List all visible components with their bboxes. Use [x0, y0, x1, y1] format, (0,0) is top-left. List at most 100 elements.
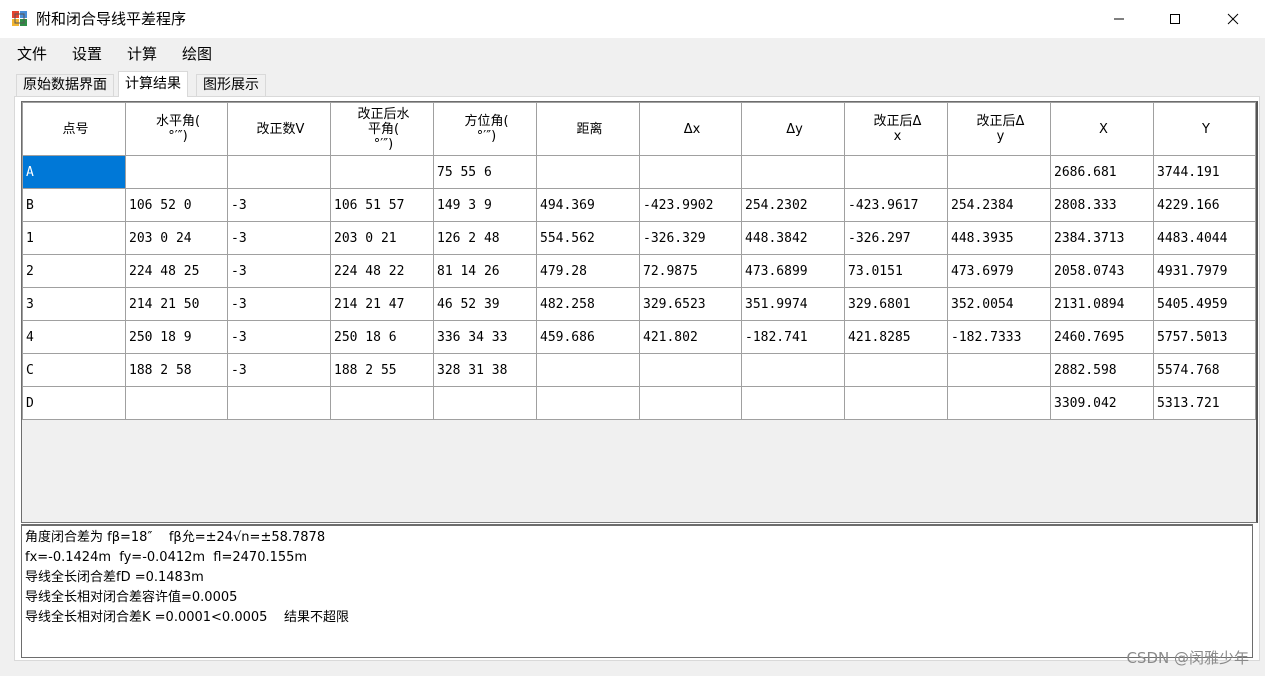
table-cell[interactable]: 224 48 22 [330, 254, 434, 288]
column-header[interactable]: 水平角(°′″) [125, 102, 228, 156]
table-cell[interactable] [947, 353, 1051, 387]
table-cell[interactable]: 473.6899 [741, 254, 845, 288]
menu-draw[interactable]: 绘图 [182, 44, 212, 64]
table-cell[interactable]: 214 21 47 [330, 287, 434, 321]
table-cell[interactable] [844, 386, 948, 420]
table-cell[interactable] [330, 155, 434, 189]
table-cell[interactable]: 329.6523 [639, 287, 742, 321]
table-cell[interactable]: 254.2384 [947, 188, 1051, 222]
table-cell[interactable] [947, 386, 1051, 420]
tab-graphics[interactable]: 图形展示 [196, 74, 266, 96]
table-cell[interactable] [125, 155, 228, 189]
close-button[interactable] [1205, 0, 1261, 38]
table-cell[interactable]: 352.0054 [947, 287, 1051, 321]
table-cell[interactable]: 2686.681 [1050, 155, 1154, 189]
table-cell[interactable]: -3 [227, 287, 331, 321]
column-header[interactable]: 改正后水 平角(°′″) [330, 102, 434, 156]
table-cell[interactable]: 106 52 0 [125, 188, 228, 222]
table-cell[interactable]: 351.9974 [741, 287, 845, 321]
table-cell[interactable]: 46 52 39 [433, 287, 537, 321]
table-cell[interactable]: 214 21 50 [125, 287, 228, 321]
table-cell[interactable]: 3 [22, 287, 126, 321]
table-cell[interactable]: 473.6979 [947, 254, 1051, 288]
column-header[interactable]: X [1050, 102, 1154, 156]
table-cell[interactable]: 4931.7979 [1153, 254, 1256, 288]
table-cell[interactable] [741, 353, 845, 387]
table-cell[interactable]: 448.3842 [741, 221, 845, 255]
table-cell[interactable]: 482.258 [536, 287, 640, 321]
title-bar[interactable]: 附和闭合导线平差程序 [0, 0, 1265, 38]
table-cell[interactable] [639, 386, 742, 420]
table-cell[interactable] [741, 155, 845, 189]
table-cell[interactable]: 448.3935 [947, 221, 1051, 255]
table-cell[interactable]: 5313.721 [1153, 386, 1256, 420]
table-row[interactable]: B 106 52 0 -3 106 51 57 149 3 9 494.369 -423.9… [22, 188, 1256, 222]
table-cell[interactable]: 250 18 6 [330, 320, 434, 354]
table-cell[interactable]: 72.9875 [639, 254, 742, 288]
table-cell[interactable]: 188 2 55 [330, 353, 434, 387]
table-row[interactable]: A 75 55 6 2686.681 3744.191 [22, 155, 1256, 189]
table-cell[interactable]: 494.369 [536, 188, 640, 222]
table-cell[interactable]: B [22, 188, 126, 222]
table-cell[interactable]: 4 [22, 320, 126, 354]
table-cell[interactable]: 224 48 25 [125, 254, 228, 288]
table-cell[interactable] [741, 386, 845, 420]
column-header[interactable]: 改正数V [227, 102, 331, 156]
table-cell[interactable] [536, 386, 640, 420]
table-cell[interactable]: 250 18 9 [125, 320, 228, 354]
column-header[interactable]: Δy [741, 102, 845, 156]
column-header[interactable]: 改正后Δ y [947, 102, 1051, 156]
table-cell[interactable] [330, 386, 434, 420]
table-cell[interactable]: 2 [22, 254, 126, 288]
column-header[interactable]: 方位角(°′″) [433, 102, 537, 156]
tab-results[interactable]: 计算结果 [118, 71, 188, 97]
table-cell[interactable]: 203 0 24 [125, 221, 228, 255]
table-cell[interactable] [536, 353, 640, 387]
table-cell[interactable] [536, 155, 640, 189]
table-cell[interactable]: -326.297 [844, 221, 948, 255]
table-cell[interactable]: -326.329 [639, 221, 742, 255]
table-cell[interactable]: 459.686 [536, 320, 640, 354]
tab-raw-data[interactable]: 原始数据界面 [16, 74, 114, 96]
table-cell[interactable]: 421.8285 [844, 320, 948, 354]
column-header[interactable]: 改正后Δ x [844, 102, 948, 156]
table-cell[interactable]: 3309.042 [1050, 386, 1154, 420]
results-output-box[interactable]: 角度闭合差为 fβ=18″ fβ允=±24√n=±58.7878 fx=-0.14… [21, 524, 1253, 658]
results-grid[interactable]: 点号 水平角(°′″) 改正数V 改正后水 平角(°′″) 方位角(°′″) 距离 Δx Δy 改… [21, 101, 1258, 523]
table-cell[interactable]: -3 [227, 221, 331, 255]
column-header[interactable]: 点号 [22, 102, 126, 156]
table-cell[interactable]: 479.28 [536, 254, 640, 288]
table-cell[interactable]: A [22, 155, 126, 189]
table-cell[interactable] [844, 353, 948, 387]
table-cell[interactable]: 2384.3713 [1050, 221, 1154, 255]
table-cell[interactable]: 2131.0894 [1050, 287, 1154, 321]
menu-calculate[interactable]: 计算 [127, 44, 157, 64]
maximize-button[interactable] [1147, 0, 1203, 38]
table-cell[interactable]: 5757.5013 [1153, 320, 1256, 354]
table-cell[interactable]: D [22, 386, 126, 420]
table-cell[interactable] [947, 155, 1051, 189]
table-cell[interactable] [125, 386, 228, 420]
table-cell[interactable]: 554.562 [536, 221, 640, 255]
menu-settings[interactable]: 设置 [72, 44, 102, 64]
table-row[interactable]: 4 250 18 9 -3 250 18 6 336 34 33 459.686 421.8… [22, 320, 1256, 354]
table-cell[interactable]: 188 2 58 [125, 353, 228, 387]
table-cell[interactable]: 2882.598 [1050, 353, 1154, 387]
menu-file[interactable]: 文件 [17, 44, 47, 64]
table-cell[interactable]: 5405.4959 [1153, 287, 1256, 321]
results-table[interactable]: 点号 水平角(°′″) 改正数V 改正后水 平角(°′″) 方位角(°′″) 距离 Δx Δy 改… [22, 102, 1256, 420]
table-cell[interactable]: 328 31 38 [433, 353, 537, 387]
table-cell[interactable]: 336 34 33 [433, 320, 537, 354]
table-row[interactable]: 1 203 0 24 -3 203 0 21 126 2 48 554.562 -326.3… [22, 221, 1256, 255]
table-cell[interactable]: 75 55 6 [433, 155, 537, 189]
column-header[interactable]: Y [1153, 102, 1256, 156]
table-cell[interactable]: 329.6801 [844, 287, 948, 321]
column-header[interactable]: Δx [639, 102, 742, 156]
table-cell[interactable]: 73.0151 [844, 254, 948, 288]
table-cell[interactable]: 421.802 [639, 320, 742, 354]
table-cell[interactable]: -3 [227, 353, 331, 387]
table-cell[interactable]: 2460.7695 [1050, 320, 1154, 354]
table-cell[interactable]: 254.2302 [741, 188, 845, 222]
table-cell[interactable]: -3 [227, 320, 331, 354]
table-cell[interactable]: 1 [22, 221, 126, 255]
